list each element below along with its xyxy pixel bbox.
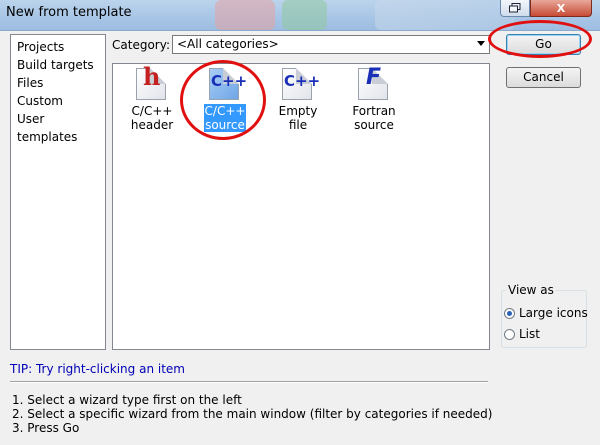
- wizard-type-list[interactable]: Projects Build targets Files Custom User…: [10, 34, 106, 350]
- title-bar-backdrop: [375, 0, 515, 30]
- close-icon: X: [556, 1, 566, 15]
- empty-file-icon: C++: [282, 68, 320, 100]
- wizard-type-files[interactable]: Files: [11, 74, 105, 92]
- template-label: source: [354, 118, 394, 132]
- view-list-option[interactable]: List: [504, 326, 540, 342]
- instruction-line: 2. Select a specific wizard from the mai…: [12, 407, 493, 421]
- c-source-file-icon: C++: [209, 68, 247, 100]
- large-icons-radio[interactable]: [504, 307, 515, 319]
- fortran-file-icon: F: [358, 67, 390, 100]
- divider: [10, 381, 488, 383]
- go-button[interactable]: Go: [506, 34, 581, 55]
- instruction-line: 3. Press Go: [12, 421, 80, 435]
- title-bar-backdrop: [282, 0, 327, 30]
- template-icon-view[interactable]: h C/C++ header C++ C/C++ source C++ Empt…: [112, 63, 490, 350]
- category-label: Category:: [112, 38, 170, 52]
- template-label: C/C++: [131, 104, 173, 118]
- close-button[interactable]: X: [530, 0, 592, 17]
- restore-icon: [509, 3, 521, 13]
- window-title: New from template: [6, 5, 132, 20]
- wizard-type-build-targets[interactable]: Build targets: [11, 56, 105, 74]
- c-header-file-icon: h: [136, 65, 168, 100]
- wizard-type-user-templates[interactable]: User templates: [11, 110, 105, 144]
- tip-text: TIP: Try right-clicking an item: [10, 362, 185, 376]
- instructions: 1. Select a wizard type first on the lef…: [12, 393, 492, 435]
- chevron-down-icon: [477, 41, 485, 46]
- category-select[interactable]: <All categories>: [172, 35, 490, 54]
- view-as-legend: View as: [506, 283, 556, 297]
- template-label: C/C++: [203, 104, 247, 118]
- list-label: List: [519, 327, 540, 341]
- template-label: Fortran: [352, 104, 396, 118]
- template-c-source[interactable]: C++ C/C++ source: [195, 68, 255, 132]
- template-empty-file[interactable]: C++ Empty file: [268, 68, 328, 132]
- cancel-button[interactable]: Cancel: [506, 67, 581, 88]
- large-icons-label: Large icons: [519, 306, 588, 320]
- category-value: <All categories>: [177, 37, 279, 51]
- template-c-header[interactable]: h C/C++ header: [122, 65, 182, 133]
- template-label: header: [130, 118, 174, 132]
- list-radio[interactable]: [504, 328, 515, 340]
- template-fortran-source[interactable]: F Fortran source: [344, 67, 404, 133]
- wizard-type-projects[interactable]: Projects: [11, 38, 105, 56]
- template-label: Empty file: [278, 104, 318, 132]
- instruction-line: 1. Select a wizard type first on the lef…: [12, 393, 242, 407]
- title-bar: New from template X: [0, 0, 600, 31]
- wizard-type-custom[interactable]: Custom: [11, 92, 105, 110]
- restore-button[interactable]: [500, 0, 530, 17]
- title-bar-backdrop: [215, 0, 275, 30]
- view-large-icons-option[interactable]: Large icons: [504, 305, 588, 321]
- template-label: source: [204, 118, 246, 132]
